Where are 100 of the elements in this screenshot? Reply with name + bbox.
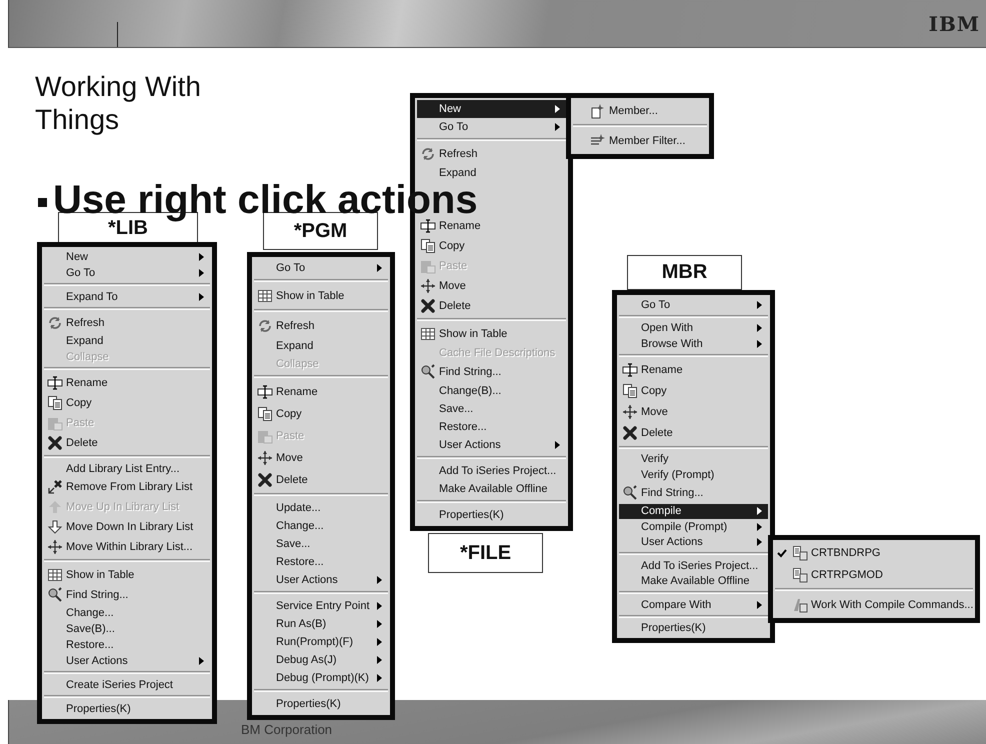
menu-item[interactable]: Rename — [417, 216, 566, 236]
menu-item[interactable]: Restore... — [44, 637, 210, 653]
menu-item[interactable]: Compare With — [619, 597, 768, 612]
menu-item[interactable]: Properties(K) — [417, 506, 566, 524]
menu-item[interactable]: Save(B)... — [44, 621, 210, 637]
menu-item[interactable]: Go To — [44, 265, 210, 281]
menu-item[interactable]: Browse With — [619, 336, 768, 352]
menu-item[interactable]: Delete — [619, 422, 768, 444]
submenu-arrow-icon — [757, 600, 762, 609]
menu-item[interactable]: Rename — [619, 360, 768, 380]
menu-item[interactable]: Refresh — [44, 313, 210, 333]
delete-icon — [622, 425, 638, 441]
move-icon — [622, 404, 638, 420]
submenu-arrow-icon — [377, 602, 382, 610]
menu-item[interactable]: Copy — [619, 380, 768, 402]
text-cursor-icon — [257, 384, 273, 400]
menu-item[interactable]: Work With Compile Commands... — [775, 594, 973, 616]
menu-item[interactable]: Add Library List Entry... — [44, 461, 210, 477]
menu-item[interactable]: Change(B)... — [417, 382, 566, 400]
menu-item[interactable]: Find String... — [417, 362, 566, 382]
caption-label: MBR — [627, 255, 742, 290]
menu-item[interactable]: Properties(K) — [619, 620, 768, 636]
menu-item[interactable]: New — [44, 249, 210, 265]
menu-item[interactable]: Show in Table — [254, 285, 388, 307]
menu-item[interactable]: Copy — [254, 403, 388, 425]
arrow-down-icon — [47, 519, 63, 535]
table-icon — [257, 288, 273, 304]
menu-item[interactable]: Add To iSeries Project... — [417, 462, 566, 480]
menu-item[interactable]: Add To iSeries Project... — [619, 558, 768, 574]
menu-item[interactable]: User Actions — [417, 436, 566, 454]
menu-item[interactable]: Verify — [619, 452, 768, 467]
menu-item[interactable]: Refresh — [417, 144, 566, 164]
submenu-arrow-icon — [199, 293, 204, 301]
menu-item[interactable]: Properties(K) — [44, 701, 210, 717]
menu-item[interactable]: Debug (Prompt)(K) — [254, 669, 388, 687]
menu-item[interactable]: Restore... — [254, 553, 388, 571]
menu-item[interactable]: Change... — [254, 517, 388, 535]
menu-item[interactable]: Change... — [44, 605, 210, 621]
menu-item[interactable]: Show in Table — [417, 324, 566, 344]
paste-icon — [47, 415, 63, 431]
menu-item[interactable]: Move — [619, 402, 768, 422]
menu-item[interactable]: Find String... — [44, 585, 210, 605]
menu-item[interactable]: Make Available Offline — [619, 574, 768, 589]
copyright-text: BM Corporation — [241, 722, 332, 737]
menu-item[interactable]: Save... — [254, 535, 388, 553]
menu-item[interactable]: CRTRPGMOD — [775, 564, 973, 586]
menu-item[interactable]: Refresh — [254, 315, 388, 337]
menu-item[interactable]: Member Filter... — [573, 130, 707, 152]
menu-item[interactable]: Go To — [254, 259, 388, 277]
menu-item[interactable]: Rename — [254, 381, 388, 403]
menu-item[interactable]: Run As(B) — [254, 615, 388, 633]
menu-item[interactable]: Go To — [417, 118, 566, 136]
menu-item[interactable]: Remove From Library List — [44, 477, 210, 497]
caption-label: *FILE — [428, 533, 543, 573]
menu-item[interactable]: Restore... — [417, 418, 566, 436]
commands-icon — [792, 597, 808, 613]
menu-item[interactable]: Delete — [254, 469, 388, 491]
menu-item[interactable]: Go To — [619, 297, 768, 312]
move-icon — [257, 450, 273, 466]
menu-item[interactable]: Move Down In Library List — [44, 517, 210, 537]
menu-item[interactable]: Debug As(J) — [254, 651, 388, 669]
menu-item[interactable]: Delete — [44, 433, 210, 453]
menu-item[interactable]: Run(Prompt)(F) — [254, 633, 388, 651]
menu-item[interactable]: Verify (Prompt) — [619, 467, 768, 482]
menu-item[interactable]: CRTBNDRPG — [775, 542, 973, 564]
menu-item[interactable]: User Actions — [44, 653, 210, 669]
menu-item[interactable]: Expand — [254, 337, 388, 355]
menu-item[interactable]: Make Available Offline — [417, 480, 566, 498]
menu-item[interactable]: Copy — [44, 393, 210, 413]
menu-item[interactable]: User Actions — [254, 571, 388, 589]
menu-item[interactable]: User Actions — [619, 534, 768, 550]
menu-item[interactable]: Create iSeries Project — [44, 677, 210, 693]
menu-item[interactable]: Member... — [573, 100, 707, 122]
menu-item[interactable]: Open With — [619, 320, 768, 336]
document-icon — [792, 567, 808, 583]
menu-item[interactable]: Expand To — [44, 289, 210, 305]
menu-item[interactable]: Compile (Prompt) — [619, 519, 768, 534]
menu-item[interactable]: Properties(K) — [254, 695, 388, 713]
menu-item[interactable]: Show in Table — [44, 565, 210, 585]
menu-item[interactable]: Copy — [417, 236, 566, 256]
search-icon — [622, 485, 638, 501]
move-icon — [47, 539, 63, 555]
menu-item[interactable]: Compile — [619, 504, 768, 519]
menu-item[interactable]: Expand — [417, 164, 566, 182]
menu-item[interactable]: Find String... — [619, 482, 768, 504]
menu-item[interactable]: Move Within Library List... — [44, 537, 210, 557]
menu-item[interactable]: Update... — [254, 499, 388, 517]
menu-item[interactable]: Move — [254, 447, 388, 469]
move-icon — [420, 278, 436, 294]
text-cursor-icon — [47, 375, 63, 391]
table-icon — [420, 326, 436, 342]
menu-item[interactable]: Expand — [44, 333, 210, 349]
menu-item[interactable]: Save... — [417, 400, 566, 418]
submenu-arrow-icon — [757, 300, 762, 309]
menu-item[interactable]: New — [417, 100, 566, 118]
refresh-icon — [420, 146, 436, 162]
menu-item[interactable]: Delete — [417, 296, 566, 316]
menu-item[interactable]: Rename — [44, 373, 210, 393]
menu-item[interactable]: Service Entry Point — [254, 597, 388, 615]
menu-item[interactable]: Move — [417, 276, 566, 296]
